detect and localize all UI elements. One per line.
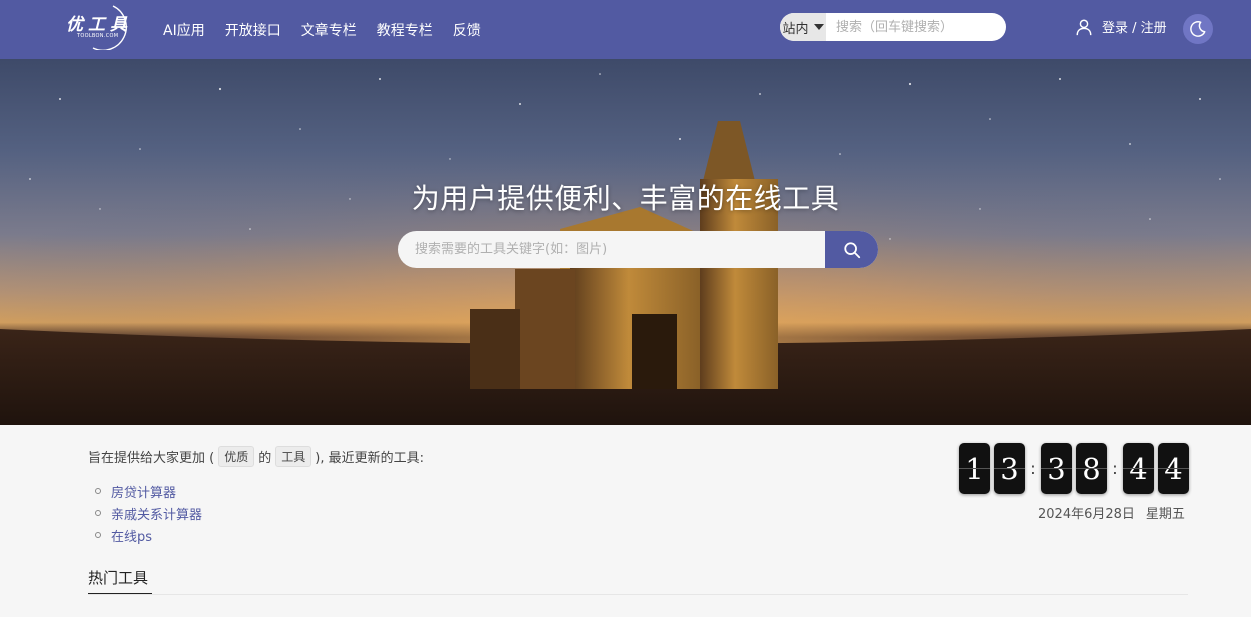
recent-tool-label: 亲戚关系计算器 — [111, 507, 203, 523]
bullet-icon — [95, 488, 101, 494]
clock-hour-ones: 3 — [994, 443, 1025, 494]
top-header: 优工具 TOOLBON.COM AI应用 开放接口 文章专栏 教程专栏 反馈 站… — [0, 0, 1251, 59]
section-divider — [88, 594, 1188, 595]
theme-toggle-button[interactable] — [1183, 14, 1213, 44]
bullet-icon — [95, 510, 101, 516]
date-text: 2024年6月28日 — [1038, 507, 1135, 522]
hero-search-box — [398, 231, 878, 268]
login-register-link[interactable]: 登录 / 注册 — [1075, 17, 1167, 36]
site-search-input[interactable] — [826, 13, 1006, 41]
intro-suffix: ), 最近更新的工具: — [315, 451, 424, 466]
recent-tool-mortgage[interactable]: 房贷计算器 — [95, 480, 202, 502]
recent-tools-list: 房贷计算器 亲戚关系计算器 在线ps — [95, 480, 202, 546]
clock-separator: : — [1030, 459, 1036, 478]
clock-minute-ones: 8 — [1076, 443, 1107, 494]
date-display: 2024年6月28日 星期五 — [1038, 503, 1185, 522]
tab-hot-tools[interactable]: 热门工具 — [88, 567, 152, 595]
clock-separator: : — [1112, 459, 1118, 478]
nav-articles[interactable]: 文章专栏 — [301, 20, 357, 40]
hero-title: 为用户提供便利、丰富的在线工具 — [411, 182, 840, 215]
nav-open-api[interactable]: 开放接口 — [225, 20, 281, 40]
search-icon — [843, 241, 860, 258]
logo-text: 优工具 — [66, 15, 132, 35]
intro-text: 旨在提供给大家更加 ( 优质 的 工具 ), 最近更新的工具: — [88, 446, 424, 467]
search-scope-label: 站内 — [782, 21, 809, 37]
recent-tool-label: 房贷计算器 — [111, 485, 177, 501]
bullet-icon — [95, 532, 101, 538]
site-search-box: 站内 — [780, 13, 1006, 41]
tag-quality: 优质 — [218, 446, 255, 467]
caret-down-icon — [813, 24, 824, 30]
intro-middle: 的 — [258, 451, 272, 466]
nav-ai-apps[interactable]: AI应用 — [163, 20, 205, 40]
clock-second-ones: 4 — [1158, 443, 1189, 494]
search-scope-select[interactable]: 站内 — [780, 13, 826, 41]
login-label: 登录 / 注册 — [1102, 21, 1167, 36]
recent-tool-kinship[interactable]: 亲戚关系计算器 — [95, 502, 202, 524]
recent-tool-label: 在线ps — [111, 529, 153, 545]
main-nav: AI应用 开放接口 文章专栏 教程专栏 反馈 — [163, 0, 501, 59]
flip-clock: 1 3 : 3 8 : 4 4 — [959, 443, 1193, 494]
user-icon — [1076, 19, 1092, 35]
tool-search-input[interactable] — [398, 231, 825, 268]
hero-banner: 为用户提供便利、丰富的在线工具 — [0, 59, 1251, 425]
clock-second-tens: 4 — [1123, 443, 1154, 494]
logo-domain: TOOLBON.COM — [77, 33, 119, 39]
moon-icon — [1190, 21, 1206, 37]
clock-hour-tens: 1 — [959, 443, 990, 494]
clock-minute-tens: 3 — [1041, 443, 1072, 494]
recent-tool-online-ps[interactable]: 在线ps — [95, 524, 202, 546]
nav-tutorials[interactable]: 教程专栏 — [377, 20, 433, 40]
nav-feedback[interactable]: 反馈 — [453, 20, 481, 40]
site-logo[interactable]: 优工具 TOOLBON.COM — [63, 4, 141, 50]
intro-prefix: 旨在提供给大家更加 ( — [88, 451, 215, 466]
weekday-text: 星期五 — [1145, 507, 1185, 522]
tag-tools: 工具 — [275, 446, 312, 467]
tool-search-button[interactable] — [825, 231, 878, 268]
